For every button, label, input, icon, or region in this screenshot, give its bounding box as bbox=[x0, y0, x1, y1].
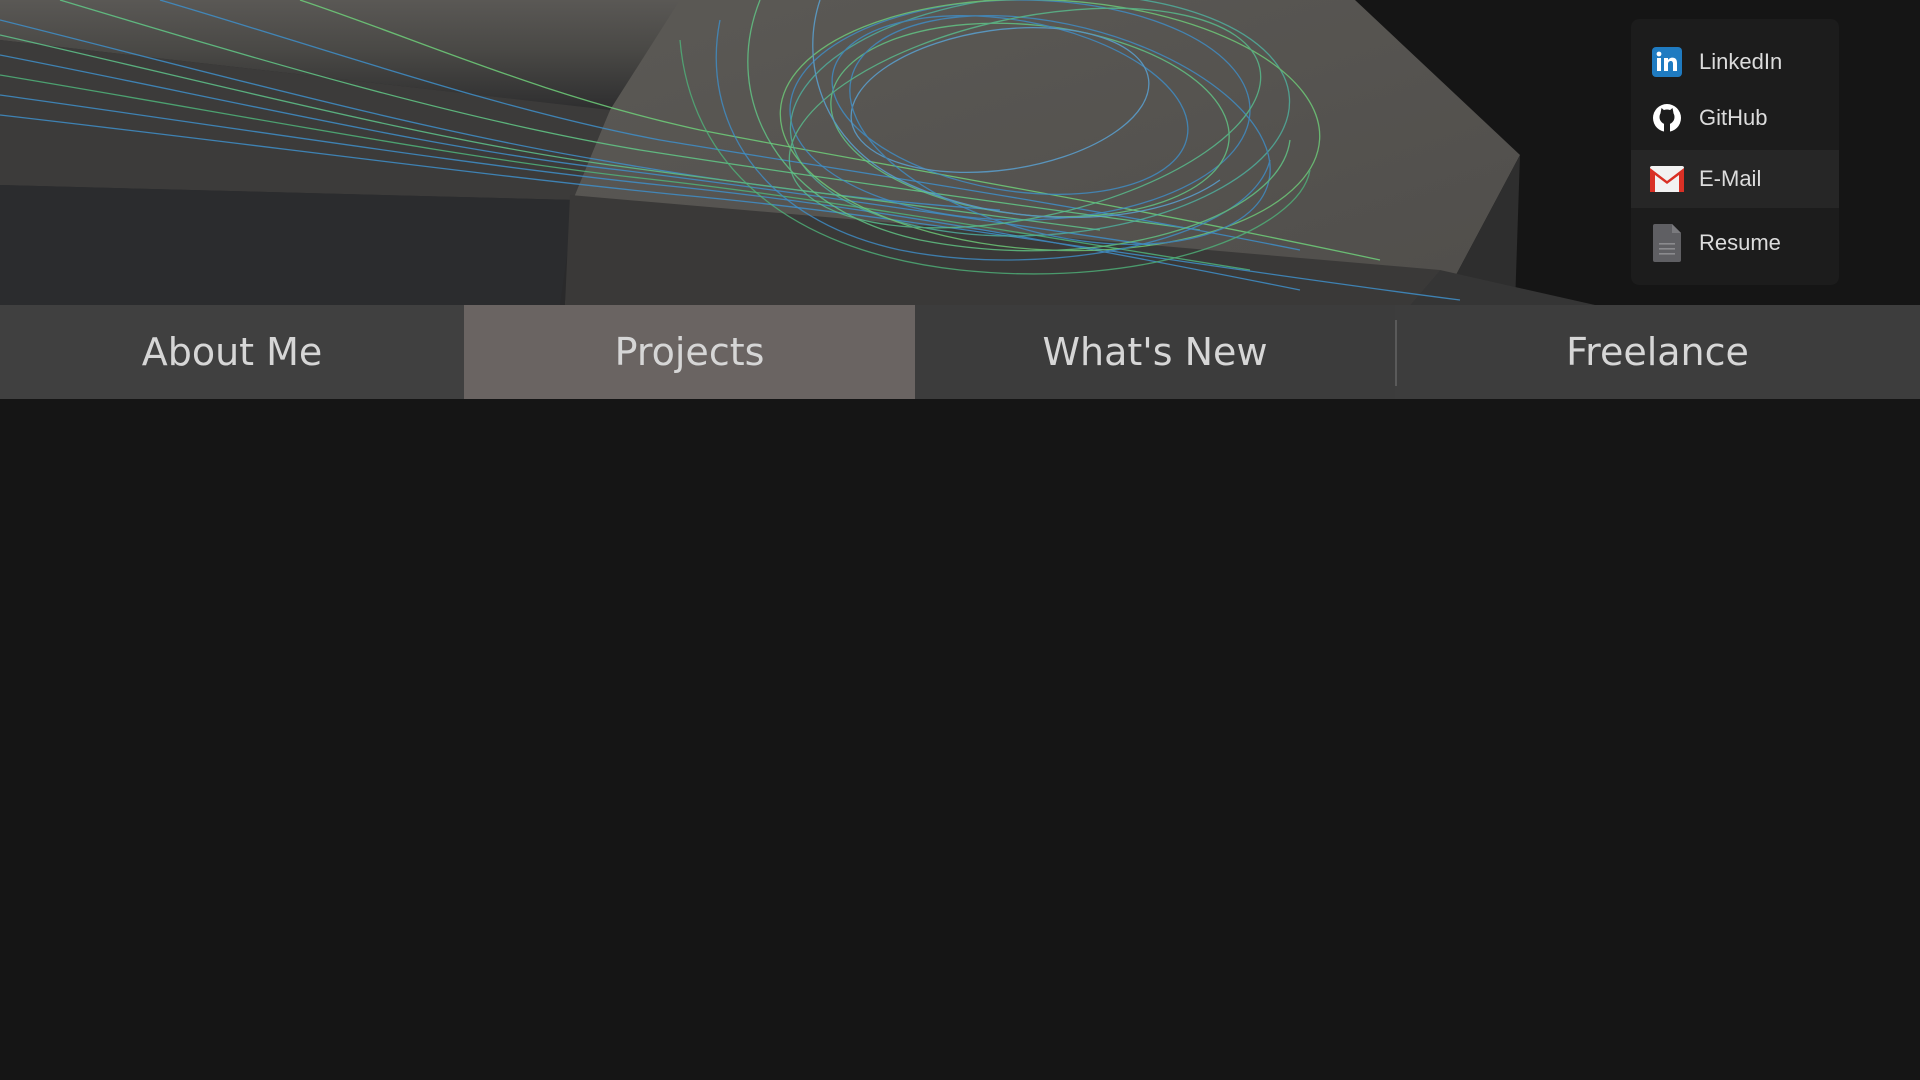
linkedin-label: LinkedIn bbox=[1699, 49, 1783, 74]
github-icon bbox=[1649, 100, 1685, 136]
email-link[interactable]: E-Mail bbox=[1631, 150, 1839, 208]
tab-whats-new[interactable]: What's New bbox=[915, 305, 1395, 399]
tab-projects[interactable]: Projects bbox=[464, 305, 915, 399]
linkedin-link[interactable]: LinkedIn bbox=[1631, 37, 1839, 87]
document-icon bbox=[1649, 224, 1685, 262]
github-link[interactable]: GitHub bbox=[1631, 93, 1839, 143]
github-label: GitHub bbox=[1699, 105, 1768, 130]
tab-projects-label: Projects bbox=[614, 330, 765, 374]
resume-link[interactable]: Resume bbox=[1631, 217, 1839, 269]
social-links-panel: LinkedIn GitHub E-Mail Resume bbox=[1631, 19, 1839, 285]
tab-about-me-label: About Me bbox=[141, 330, 323, 374]
tab-divider bbox=[1395, 320, 1397, 386]
tab-whats-new-label: What's New bbox=[1042, 330, 1268, 374]
email-label: E-Mail bbox=[1699, 166, 1762, 191]
main-content bbox=[0, 399, 1920, 1080]
tab-freelance[interactable]: Freelance bbox=[1395, 305, 1920, 399]
resume-label: Resume bbox=[1699, 230, 1781, 255]
tab-about-me[interactable]: About Me bbox=[0, 305, 464, 399]
linkedin-icon bbox=[1649, 44, 1685, 80]
main-nav: About Me Projects What's New Freelance bbox=[0, 305, 1920, 399]
tab-freelance-label: Freelance bbox=[1566, 330, 1749, 374]
gmail-icon bbox=[1649, 161, 1685, 197]
page: LinkedIn GitHub E-Mail Resume About Me P… bbox=[0, 0, 1920, 1080]
